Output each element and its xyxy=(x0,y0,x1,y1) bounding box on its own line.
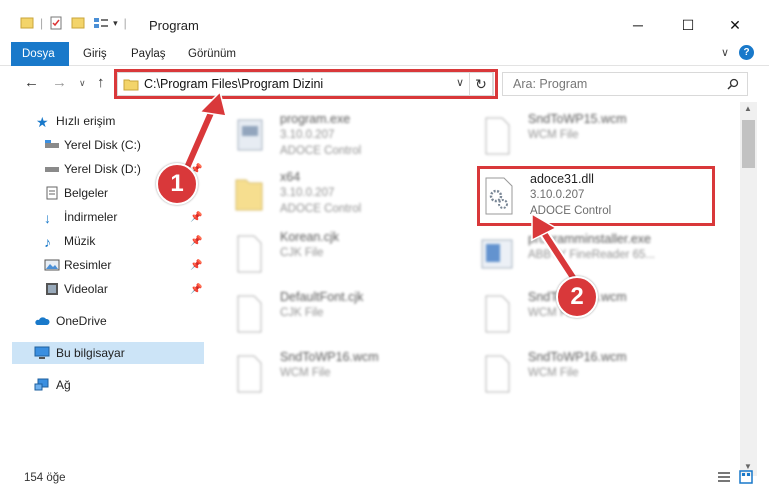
arrow-1 xyxy=(181,90,228,175)
step-badge-2: 2 xyxy=(556,276,598,318)
arrow-2 xyxy=(531,212,581,287)
step-badge-1: 1 xyxy=(156,163,198,205)
annotation-arrows xyxy=(181,90,581,287)
